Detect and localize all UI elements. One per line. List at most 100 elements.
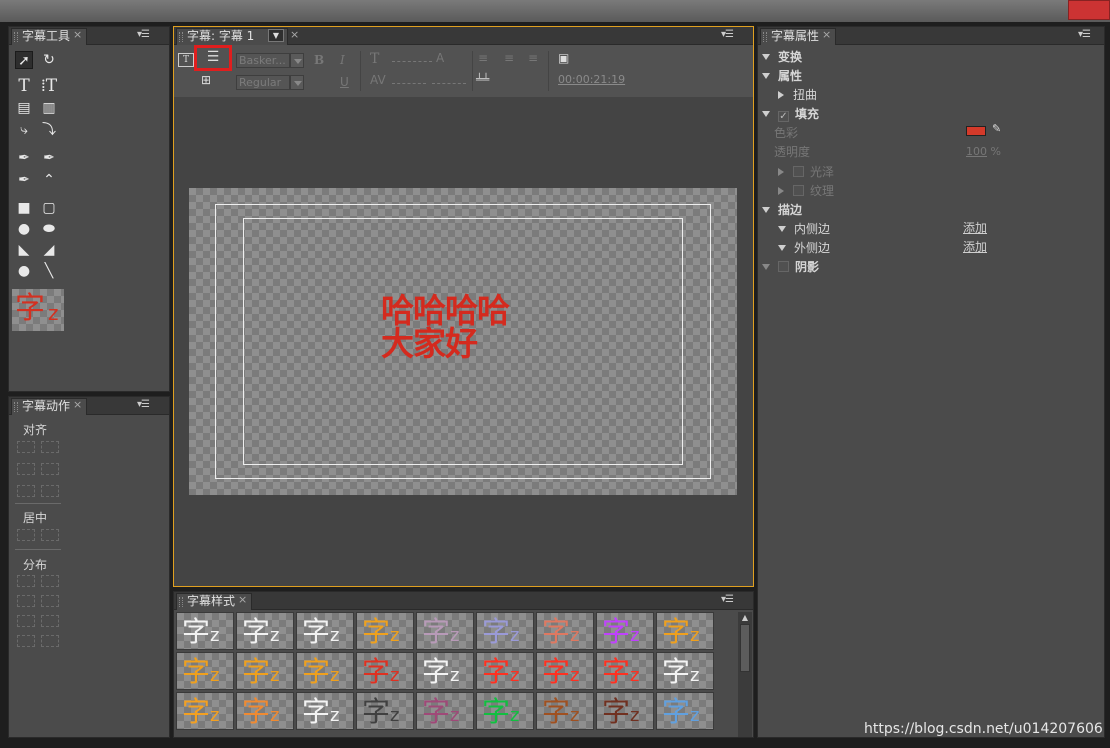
bold-button[interactable]: B (314, 53, 324, 67)
style-swatch[interactable]: 字z (536, 652, 594, 690)
style-swatch[interactable]: 字z (296, 652, 354, 690)
show-background-video-icon[interactable]: ▣ (558, 51, 569, 65)
text-object[interactable]: 哈哈哈哈 大家好 (381, 294, 510, 360)
panel-menu-icon[interactable]: ▾☰ (137, 399, 150, 410)
style-swatch[interactable]: 字z (356, 652, 414, 690)
font-family-dropdown[interactable]: Basker... (236, 53, 290, 68)
add-anchor-tool[interactable]: ✒ (15, 171, 33, 189)
distribute-hcenter-button[interactable] (17, 595, 35, 607)
font-style-dropdown[interactable]: Regular (236, 75, 290, 90)
scroll-up-icon[interactable]: ▲ (738, 612, 752, 624)
scroll-thumb[interactable] (740, 624, 750, 672)
distribute-vcenter-button[interactable] (41, 595, 59, 607)
close-icon[interactable]: × (238, 593, 247, 606)
delete-anchor-tool[interactable]: ✒ (40, 149, 58, 167)
rectangle-tool[interactable]: ■ (15, 199, 33, 217)
panel-menu-icon[interactable]: ▾☰ (137, 29, 150, 40)
distribute-hspace-button[interactable] (17, 635, 35, 647)
fill-color-swatch[interactable] (966, 126, 986, 136)
style-swatch[interactable]: 字z (416, 692, 474, 730)
vertical-path-type-tool[interactable]: ⤵ (40, 121, 58, 139)
close-icon[interactable]: × (73, 398, 82, 411)
align-right-button[interactable] (17, 463, 35, 475)
roll-crawl-button[interactable]: ☰ (194, 45, 232, 71)
add-inner-stroke-link[interactable]: 添加 (963, 219, 987, 236)
font-style-arrow[interactable] (290, 75, 304, 90)
style-swatch[interactable]: 字z (236, 692, 294, 730)
area-type-tool[interactable]: ▤ (15, 99, 33, 117)
style-swatch[interactable]: 字z (536, 692, 594, 730)
shadow-section[interactable]: 阴影 (762, 258, 819, 275)
align-left-text-icon[interactable]: ≡ (478, 51, 488, 65)
center-vertical-button[interactable] (17, 529, 35, 541)
strokes-section[interactable]: 描边 (762, 201, 802, 218)
center-horizontal-button[interactable] (41, 529, 59, 541)
panel-menu-icon[interactable]: ▾☰ (721, 29, 734, 40)
new-title-button[interactable]: T (178, 53, 194, 67)
fill-checkbox[interactable]: ✓ (778, 111, 789, 122)
vertical-area-type-tool[interactable]: ▥ (40, 99, 58, 117)
pen-tool[interactable]: ✒ (15, 149, 33, 167)
path-type-tool[interactable]: ⤷ (15, 121, 33, 139)
timecode[interactable]: 00:00:21:19 (558, 73, 625, 86)
texture-row[interactable]: 纹理 (778, 182, 834, 199)
style-swatch[interactable]: 字z (476, 652, 534, 690)
align-top-button[interactable] (41, 463, 59, 475)
style-swatch[interactable]: 字z (356, 612, 414, 650)
distribute-bottom-button[interactable] (41, 615, 59, 627)
distribute-top-button[interactable] (41, 575, 59, 587)
style-swatch[interactable]: 字z (416, 612, 474, 650)
close-icon[interactable]: × (822, 28, 831, 41)
style-swatch[interactable]: 字z (476, 692, 534, 730)
rounded-rectangle-tool[interactable]: ▢ (40, 199, 58, 217)
font-size-field[interactable] (392, 61, 432, 62)
style-swatch[interactable]: 字z (416, 652, 474, 690)
tab-stops-icon[interactable]: ╧╧ (476, 73, 489, 86)
style-swatch[interactable]: 字z (236, 612, 294, 650)
transform-section[interactable]: 变换 (762, 48, 802, 65)
style-swatch[interactable]: 字z (656, 692, 714, 730)
align-right-text-icon[interactable]: ≡ (528, 51, 538, 65)
style-swatch[interactable]: 字z (296, 692, 354, 730)
kerning-field[interactable] (392, 83, 426, 84)
close-icon[interactable]: × (290, 28, 299, 41)
add-outer-stroke-link[interactable]: 添加 (963, 238, 987, 255)
italic-button[interactable]: I (340, 53, 345, 67)
style-swatch[interactable]: 字z (296, 612, 354, 650)
vertical-type-tool[interactable]: ⁞T (40, 77, 58, 95)
align-center-text-icon[interactable]: ≡ (504, 51, 514, 65)
eyedropper-icon[interactable]: ✎ (992, 122, 1001, 135)
distribute-vspace-button[interactable] (41, 635, 59, 647)
templates-button[interactable]: ⊞ (201, 73, 221, 89)
close-icon[interactable]: × (73, 28, 82, 41)
title-canvas[interactable]: 哈哈哈哈 大家好 (189, 188, 737, 495)
opacity-field[interactable]: 100 % (966, 145, 1001, 158)
title-dropdown-icon[interactable]: ▼ (268, 29, 284, 42)
style-swatch[interactable]: 字z (176, 692, 234, 730)
ellipse-tool[interactable]: ● (15, 262, 33, 280)
style-swatch[interactable]: 字z (596, 612, 654, 650)
type-tool[interactable]: T (15, 77, 33, 95)
line-tool[interactable]: ╲ (40, 262, 58, 280)
styles-scrollbar[interactable]: ▲ (738, 612, 752, 737)
style-swatch[interactable]: 字z (236, 652, 294, 690)
style-swatch[interactable]: 字z (656, 652, 714, 690)
style-swatch[interactable]: 字z (536, 612, 594, 650)
leading-field[interactable] (432, 83, 466, 84)
distribute-right-button[interactable] (17, 615, 35, 627)
font-family-arrow[interactable] (290, 53, 304, 68)
distribute-left-button[interactable] (17, 575, 35, 587)
panel-menu-icon[interactable]: ▾☰ (1078, 29, 1091, 40)
rounded-corner-tool[interactable]: ⬬ (40, 220, 58, 238)
align-vcenter-button[interactable] (17, 485, 35, 497)
style-swatch[interactable]: 字z (476, 612, 534, 650)
style-swatch[interactable]: 字z (656, 612, 714, 650)
rotation-tool[interactable]: ↻ (40, 51, 58, 69)
sheen-row[interactable]: 光泽 (778, 163, 834, 180)
outer-strokes-row[interactable]: 外侧边 (778, 239, 830, 256)
align-left-button[interactable] (17, 441, 35, 453)
window-close-button[interactable] (1068, 0, 1110, 20)
convert-anchor-tool[interactable]: ⌃ (40, 171, 58, 189)
arc-tool[interactable]: ◢ (40, 241, 58, 259)
underline-button[interactable]: U (340, 75, 349, 89)
